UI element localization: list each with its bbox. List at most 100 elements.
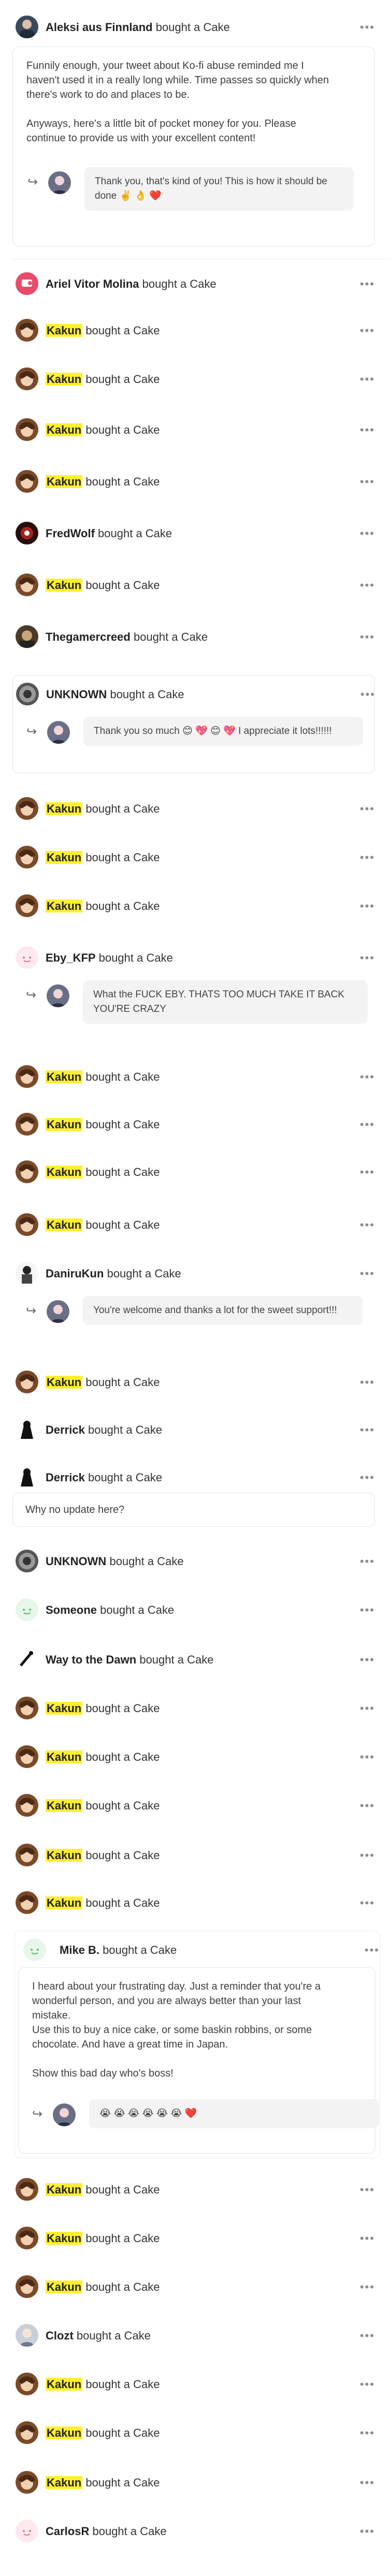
avatar[interactable] xyxy=(16,1160,38,1183)
supporter-name[interactable]: Kakun xyxy=(46,2476,83,2489)
more-dots-icon[interactable]: ••• xyxy=(360,802,375,816)
supporter-name[interactable]: Kakun xyxy=(46,2183,83,2196)
supporter-name[interactable]: Kakun xyxy=(46,1118,83,1131)
more-dots-icon[interactable]: ••• xyxy=(360,2426,375,2440)
avatar[interactable] xyxy=(16,2520,38,2542)
supporter-name[interactable]: Eby_KFP xyxy=(46,951,96,964)
avatar[interactable] xyxy=(16,1598,38,1621)
supporter-name[interactable]: Kakun xyxy=(46,2232,83,2245)
supporter-name[interactable]: CarlosR xyxy=(46,2525,89,2538)
more-dots-icon[interactable]: ••• xyxy=(360,277,375,291)
more-dots-icon[interactable]: ••• xyxy=(360,1702,375,1715)
avatar[interactable] xyxy=(16,1213,38,1236)
supporter-name[interactable]: Kakun xyxy=(46,1799,83,1812)
more-dots-icon[interactable]: ••• xyxy=(360,1070,375,1084)
supporter-name[interactable]: Kakun xyxy=(46,1896,83,1909)
supporter-name[interactable]: Kakun xyxy=(46,1218,83,1231)
avatar[interactable] xyxy=(16,2324,38,2347)
more-dots-icon[interactable]: ••• xyxy=(360,579,375,592)
supporter-name[interactable]: DaniruKun xyxy=(46,1267,104,1280)
more-dots-icon[interactable]: ••• xyxy=(360,851,375,864)
more-dots-icon[interactable]: ••• xyxy=(360,630,375,644)
more-dots-icon[interactable]: ••• xyxy=(360,373,375,386)
avatar[interactable] xyxy=(16,1065,38,1088)
avatar[interactable] xyxy=(16,16,38,38)
supporter-name[interactable]: Derrick xyxy=(46,1423,85,1436)
avatar[interactable] xyxy=(16,2373,38,2395)
supporter-name[interactable]: Kakun xyxy=(46,851,83,864)
more-dots-icon[interactable]: ••• xyxy=(360,1118,375,1131)
avatar[interactable] xyxy=(16,2471,38,2494)
avatar[interactable] xyxy=(16,573,38,596)
more-dots-icon[interactable]: ••• xyxy=(360,423,375,437)
more-dots-icon[interactable]: ••• xyxy=(360,2280,375,2294)
avatar[interactable] xyxy=(16,1113,38,1136)
more-dots-icon[interactable]: ••• xyxy=(360,688,375,701)
more-dots-icon[interactable]: ••• xyxy=(360,1750,375,1764)
more-dots-icon[interactable]: ••• xyxy=(360,527,375,540)
avatar[interactable] xyxy=(16,272,38,295)
avatar[interactable] xyxy=(16,894,38,917)
supporter-name[interactable]: Kakun xyxy=(46,1070,83,1083)
supporter-name[interactable]: Mike B. xyxy=(60,1944,99,1956)
more-dots-icon[interactable]: ••• xyxy=(360,2525,375,2538)
supporter-name[interactable]: Clozt xyxy=(46,2329,74,2342)
more-dots-icon[interactable]: ••• xyxy=(365,1944,380,1957)
more-dots-icon[interactable]: ••• xyxy=(360,324,375,337)
avatar[interactable] xyxy=(16,2227,38,2249)
more-dots-icon[interactable]: ••• xyxy=(360,1267,375,1280)
avatar[interactable] xyxy=(16,1697,38,1719)
more-dots-icon[interactable]: ••• xyxy=(360,1423,375,1437)
more-dots-icon[interactable]: ••• xyxy=(360,1653,375,1667)
avatar[interactable] xyxy=(16,625,38,648)
avatar[interactable] xyxy=(16,1371,38,1393)
more-dots-icon[interactable]: ••• xyxy=(360,475,375,489)
supporter-name[interactable]: Kakun xyxy=(46,324,83,337)
avatar[interactable] xyxy=(16,946,38,969)
avatar[interactable] xyxy=(16,683,39,705)
avatar[interactable] xyxy=(16,1745,38,1768)
avatar[interactable] xyxy=(16,1648,38,1671)
more-dots-icon[interactable]: ••• xyxy=(360,2183,375,2197)
avatar[interactable] xyxy=(16,1844,38,1866)
supporter-name[interactable]: Kakun xyxy=(46,423,83,436)
supporter-name[interactable]: Kakun xyxy=(46,2280,83,2293)
avatar[interactable] xyxy=(16,470,38,493)
more-dots-icon[interactable]: ••• xyxy=(360,1799,375,1813)
more-dots-icon[interactable]: ••• xyxy=(360,951,375,965)
avatar[interactable] xyxy=(16,1418,38,1441)
more-dots-icon[interactable]: ••• xyxy=(360,2329,375,2343)
more-dots-icon[interactable]: ••• xyxy=(360,1166,375,1179)
supporter-name[interactable]: FredWolf xyxy=(46,527,95,540)
avatar[interactable] xyxy=(16,1466,38,1489)
avatar[interactable] xyxy=(16,2421,38,2444)
supporter-name[interactable]: UNKNOWN xyxy=(46,1555,106,1568)
avatar[interactable] xyxy=(16,1262,38,1285)
supporter-name[interactable]: Kakun xyxy=(46,1166,83,1179)
avatar[interactable] xyxy=(16,522,38,544)
more-dots-icon[interactable]: ••• xyxy=(360,1849,375,1862)
more-dots-icon[interactable]: ••• xyxy=(360,1471,375,1484)
more-dots-icon[interactable]: ••• xyxy=(360,1896,375,1910)
more-dots-icon[interactable]: ••• xyxy=(360,1218,375,1232)
more-dots-icon[interactable]: ••• xyxy=(360,1555,375,1568)
more-dots-icon[interactable]: ••• xyxy=(360,2476,375,2490)
supporter-name[interactable]: Thegamercreed xyxy=(46,630,131,643)
avatar[interactable] xyxy=(16,2275,38,2298)
supporter-name[interactable]: Kakun xyxy=(46,1849,83,1862)
supporter-name[interactable]: Kakun xyxy=(46,2378,83,2391)
supporter-name[interactable]: Kakun xyxy=(46,2426,83,2439)
supporter-name[interactable]: Kakun xyxy=(46,802,83,815)
supporter-name[interactable]: Ariel Vitor Molina xyxy=(46,277,139,290)
more-dots-icon[interactable]: ••• xyxy=(360,2232,375,2245)
avatar[interactable] xyxy=(16,367,38,390)
supporter-name[interactable]: Kakun xyxy=(46,900,83,912)
avatar[interactable] xyxy=(16,846,38,869)
avatar[interactable] xyxy=(16,319,38,342)
more-dots-icon[interactable]: ••• xyxy=(360,2378,375,2391)
more-dots-icon[interactable]: ••• xyxy=(360,1603,375,1617)
supporter-name[interactable]: Kakun xyxy=(46,1750,83,1763)
avatar[interactable] xyxy=(16,2178,38,2201)
supporter-name[interactable]: Aleksi aus Finnland xyxy=(46,21,153,34)
supporter-name[interactable]: Kakun xyxy=(46,579,83,592)
